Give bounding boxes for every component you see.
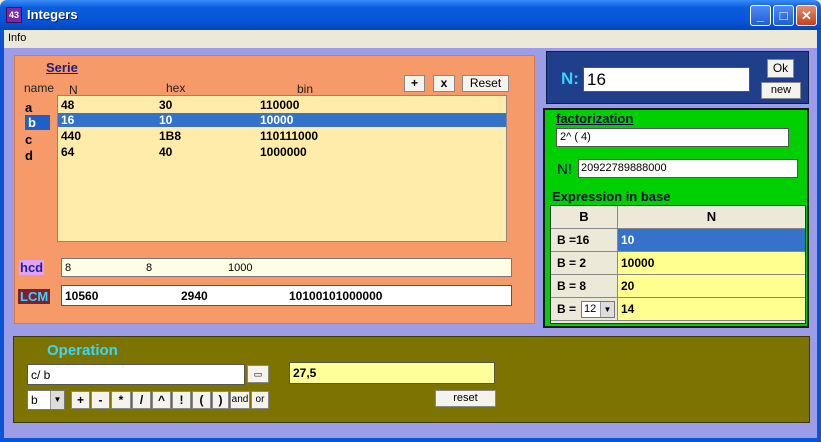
bin-column-header: bin (297, 82, 314, 96)
serie-title: Serie (46, 60, 78, 75)
base-select[interactable]: 12 ▼ (581, 301, 615, 318)
n-input[interactable]: 16 (583, 67, 750, 92)
grid-cell[interactable]: 14 (618, 298, 805, 321)
grid-cell[interactable]: 10000 (618, 252, 805, 275)
operation-reset-button[interactable]: reset (435, 390, 496, 407)
row-name-a[interactable]: a (25, 100, 32, 115)
hex-column-header: hex (166, 81, 186, 95)
add-row-button[interactable]: + (404, 75, 425, 92)
list-item[interactable]: 440 1B8 110111000 (58, 129, 506, 143)
lcm-bin: 10100101000000 (289, 289, 383, 303)
factorial-label: N! (557, 161, 572, 178)
chevron-down-icon[interactable]: ▼ (50, 391, 64, 409)
value-column-header: N (618, 206, 805, 229)
grid-cell-selected[interactable]: 10 (618, 229, 805, 252)
expression-input[interactable]: c/ b (27, 364, 245, 385)
operation-panel: Operation c/ b ▭ 27,5 b ▼ + - * / ^ ! ( … (13, 336, 810, 423)
grid-row-header: B = 8 (551, 275, 618, 298)
or-button[interactable]: or (251, 391, 269, 409)
row-bin: 110111000 (260, 129, 319, 143)
base-grid[interactable]: B N B =16 10 B = 2 10000 B = 8 20 B = 12… (550, 205, 806, 324)
reset-serie-button[interactable]: Reset (462, 75, 509, 92)
grid-row-header: B = 2 (551, 252, 618, 275)
close-paren-button[interactable]: ) (212, 391, 229, 409)
remove-row-button[interactable]: x (433, 75, 455, 92)
list-item-selected[interactable]: 16 10 10000 (58, 113, 506, 127)
row-hex: 40 (159, 145, 173, 159)
chevron-down-icon[interactable]: ▼ (600, 302, 614, 317)
lcm-hex: 2940 (181, 289, 208, 303)
title-bar[interactable]: 43 Integers _ □ ✕ (0, 0, 821, 30)
row-n: 16 (61, 113, 75, 127)
factorial-button[interactable]: ! (172, 391, 191, 409)
row-hex: 10 (159, 113, 173, 127)
list-item[interactable]: 48 30 110000 (58, 98, 506, 112)
operation-title: Operation (47, 342, 118, 359)
hcd-field: 8 8 1000 (61, 258, 512, 277)
factorization-title: factorization (556, 111, 634, 126)
row-name-c[interactable]: c (25, 132, 32, 147)
lcm-label: LCM (18, 289, 51, 304)
row-n: 48 (61, 98, 75, 112)
hcd-n: 8 (65, 262, 72, 274)
list-item[interactable]: 64 40 1000000 (58, 145, 506, 159)
menu-bar: Info (4, 30, 817, 48)
row-bin: 110000 (260, 98, 300, 112)
row-hex: 1B8 (159, 129, 182, 143)
menu-info[interactable]: Info (8, 32, 26, 44)
lcm-n: 10560 (65, 289, 99, 303)
n-label: N: (561, 69, 579, 88)
row-bin: 1000000 (260, 145, 307, 159)
divide-button[interactable]: / (132, 391, 151, 409)
hcd-bin: 1000 (228, 262, 253, 274)
row-hex: 30 (159, 98, 173, 112)
hcd-hex: 8 (146, 262, 153, 274)
serie-panel: Serie name N hex bin + x Reset a b c d 4… (14, 55, 535, 324)
calculate-icon[interactable]: ▭ (247, 365, 269, 383)
window-frame-right (817, 30, 821, 442)
and-button[interactable]: and (230, 391, 250, 409)
row-name-b[interactable]: b (25, 115, 50, 130)
name-column-header: name (24, 81, 55, 95)
close-button[interactable]: ✕ (796, 5, 817, 26)
factorial-field[interactable]: 20922789888000 (578, 159, 798, 178)
variable-select[interactable]: b ▼ (27, 390, 65, 410)
serie-list[interactable]: 48 30 110000 16 10 10000 440 1B8 1101110… (57, 95, 507, 242)
window-frame-bottom (0, 438, 821, 442)
n-input-panel: N: 16 Ok new (546, 51, 809, 104)
row-n: 440 (61, 129, 82, 143)
factorization-field[interactable]: 2^ ( 4) (556, 128, 789, 147)
minus-button[interactable]: - (91, 391, 110, 409)
result-field: 27,5 (289, 362, 495, 384)
row-n: 64 (61, 145, 75, 159)
multiply-button[interactable]: * (111, 391, 131, 409)
grid-row-header-custom: B = 12 ▼ (551, 298, 618, 321)
expression-in-base-title: Expression in base (552, 189, 671, 204)
power-button[interactable]: ^ (152, 391, 171, 409)
new-button[interactable]: new (761, 82, 801, 99)
maximize-button[interactable]: □ (773, 5, 794, 26)
factorization-panel: factorization 2^ ( 4) N! 20922789888000 … (543, 108, 809, 328)
ok-button[interactable]: Ok (767, 59, 794, 78)
row-name-d[interactable]: d (25, 148, 33, 163)
plus-button[interactable]: + (71, 391, 90, 409)
grid-row-header: B =16 (551, 229, 618, 252)
base-column-header: B (551, 206, 618, 229)
lcm-field: 10560 2940 10100101000000 (61, 285, 512, 306)
base-select-value: 12 (584, 303, 597, 315)
open-paren-button[interactable]: ( (192, 391, 211, 409)
custom-base-label: B = (557, 302, 577, 316)
grid-cell[interactable]: 20 (618, 275, 805, 298)
window-title: Integers (27, 7, 78, 22)
row-bin: 10000 (260, 113, 294, 127)
minimize-button[interactable]: _ (750, 5, 771, 26)
integers-app-icon: 43 (6, 7, 22, 23)
variable-select-value: b (31, 393, 38, 407)
hcd-label: hcd (19, 260, 45, 275)
